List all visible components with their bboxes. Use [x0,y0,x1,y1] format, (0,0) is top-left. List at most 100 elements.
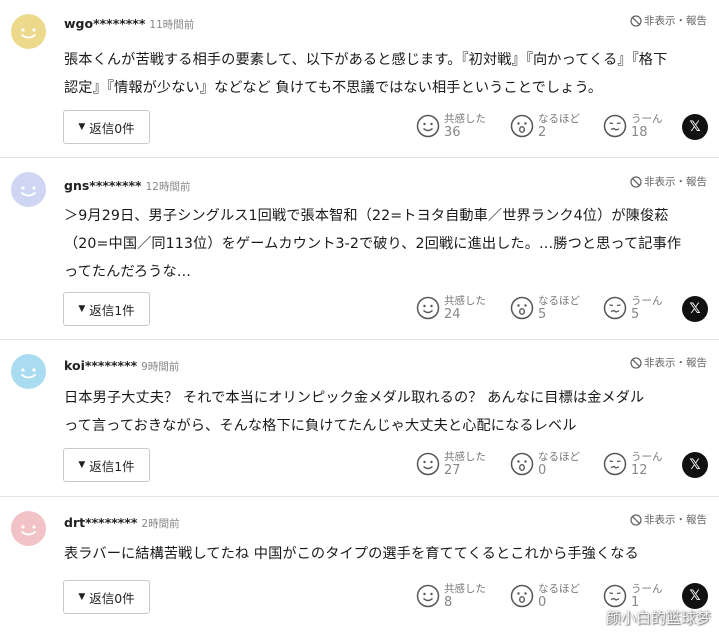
x-logo-icon: 𝕏 [689,119,701,135]
comment-text: ＞9月29日、男子シングルス1回戦で張本智和（22=トヨタ自動車／世界ランク4位… [64,202,714,286]
avatar[interactable] [11,14,46,49]
reply-button[interactable]: ▼ 返信0件 [63,110,150,144]
reaction-count: 5 [538,307,547,322]
reaction-empathy[interactable]: 共感した 27 [416,450,486,478]
avatar[interactable] [11,354,46,389]
reaction-empathy[interactable]: 共感した 24 [416,294,486,322]
reaction-insight[interactable]: なるほど 0 [510,450,580,478]
comment-card: koi******** 9時間前 非表示・報告 日本男子大丈夫？ それで本当にオリ… [0,340,719,497]
thinking-face-icon [603,114,627,138]
username[interactable]: drt******** 2時間前 [64,515,180,531]
reaction-count: 18 [631,125,648,140]
smile-face-icon [416,114,440,138]
reaction-label: なるほど [538,113,580,125]
hide-report-label: 非表示・報告 [644,514,707,526]
comment-time: 2時間前 [141,518,180,530]
reply-button[interactable]: ▼ 返信0件 [63,580,150,614]
surprised-face-icon [510,296,534,320]
reaction-insight[interactable]: なるほど 2 [510,112,580,140]
reaction-label: 共感した [444,451,486,463]
reaction-label: 共感した [444,113,486,125]
username[interactable]: gns******** 12時間前 [64,178,190,194]
comment-time: 11時間前 [149,19,195,31]
x-share-button[interactable]: 𝕏 [682,583,708,609]
avatar[interactable] [11,511,46,546]
thinking-face-icon [603,452,627,476]
reaction-count: 27 [444,463,461,478]
hide-report-label: 非表示・報告 [644,15,707,27]
thinking-face-icon [603,296,627,320]
x-share-button[interactable]: 𝕏 [682,296,708,322]
reaction-empathy[interactable]: 共感した 8 [416,582,486,610]
comment-card: wgo******** 11時間前 非表示・報告 張本くんが苦戦する相手の要素して… [0,0,719,158]
surprised-face-icon [510,584,534,608]
username[interactable]: koi******** 9時間前 [64,358,179,374]
comment-line: 張本くんが苦戦する相手の要素して、以下があると感じます。『初対戦』『向かってくる… [64,52,668,68]
reaction-count: 8 [444,595,453,610]
reaction-count: 36 [444,125,461,140]
hide-report-link[interactable]: 非表示・報告 [630,174,707,189]
surprised-face-icon [510,114,534,138]
reaction-label: なるほど [538,451,580,463]
reaction-empathy[interactable]: 共感した 36 [416,112,486,140]
reply-label: 返信1件 [89,302,135,318]
x-share-button[interactable]: 𝕏 [682,452,708,478]
reaction-hmm[interactable]: うーん 1 [603,582,663,610]
comment-line: 表ラバーに結構苦戦してたね 中国がこのタイプの選手を育ててくるとこれから手強くな… [64,546,639,562]
x-logo-icon: 𝕏 [689,588,701,604]
hide-report-link[interactable]: 非表示・報告 [630,355,707,370]
reaction-label: 共感した [444,295,486,307]
reply-button[interactable]: ▼ 返信1件 [63,448,150,482]
ban-icon [630,356,642,369]
reaction-count: 0 [538,595,547,610]
reaction-hmm[interactable]: うーん 12 [603,450,663,478]
reaction-label: うーん [631,451,663,463]
reaction-insight[interactable]: なるほど 5 [510,294,580,322]
comment-line: ＞9月29日、男子シングルス1回戦で張本智和（22=トヨタ自動車／世界ランク4位… [64,208,669,224]
ban-icon [630,14,642,27]
triangle-down-icon: ▼ [78,592,86,602]
smile-face-icon [416,296,440,320]
surprised-face-icon [510,452,534,476]
username-text: wgo******** [64,16,146,31]
hide-report-link[interactable]: 非表示・報告 [630,13,707,28]
reply-button[interactable]: ▼ 返信1件 [63,292,150,326]
comment-line: 認定』『情報が少ない』などなど 負けても不思議ではない相手ということでしょう。 [64,80,603,96]
reaction-label: なるほど [538,583,580,595]
reaction-count: 12 [631,463,648,478]
reply-label: 返信0件 [89,590,135,606]
comment-line: （20=中国／同113位）をゲームカウント3-2で破り、2回戦に進出した。…勝つ… [64,236,682,252]
comment-time: 12時間前 [145,181,191,193]
ban-icon [630,175,642,188]
x-share-button[interactable]: 𝕏 [682,114,708,140]
reaction-hmm[interactable]: うーん 5 [603,294,663,322]
reaction-count: 24 [444,307,461,322]
username-text: gns******** [64,178,142,193]
avatar[interactable] [11,172,46,207]
reaction-hmm[interactable]: うーん 18 [603,112,663,140]
reaction-label: うーん [631,113,663,125]
comment-line: ってたんだろうな… [64,264,192,280]
comment-line: 日本男子大丈夫？ それで本当にオリンピック金メダル取れるの？ あんなに目標は金メ… [64,390,645,406]
x-logo-icon: 𝕏 [689,301,701,317]
username-text: koi******** [64,358,138,373]
x-logo-icon: 𝕏 [689,457,701,473]
hide-report-label: 非表示・報告 [644,176,707,188]
reply-label: 返信0件 [89,120,135,136]
triangle-down-icon: ▼ [78,122,86,132]
watermark-text: 颜小白的篮球梦 [605,609,711,627]
reaction-label: なるほど [538,295,580,307]
username[interactable]: wgo******** 11時間前 [64,16,194,32]
comment-card: gns******** 12時間前 非表示・報告 ＞9月29日、男子シングルス1回… [0,158,719,340]
comment-time: 9時間前 [141,361,180,373]
reaction-label: うーん [631,295,663,307]
reaction-insight[interactable]: なるほど 0 [510,582,580,610]
username-text: drt******** [64,515,138,530]
reply-label: 返信1件 [89,458,135,474]
hide-report-link[interactable]: 非表示・報告 [630,512,707,527]
ban-icon [630,513,642,526]
comment-text: 張本くんが苦戦する相手の要素して、以下があると感じます。『初対戦』『向かってくる… [64,46,714,102]
reaction-count: 5 [631,307,640,322]
comment-text: 表ラバーに結構苦戦してたね 中国がこのタイプの選手を育ててくるとこれから手強くな… [64,540,714,568]
reaction-label: うーん [631,583,663,595]
